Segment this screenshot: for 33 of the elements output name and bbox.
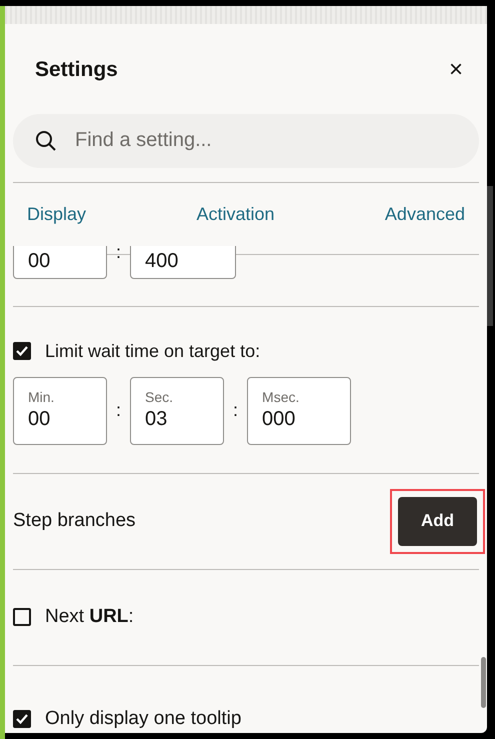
tab[interactable]: Advanced <box>384 200 465 228</box>
input-field[interactable]: 00 <box>13 246 107 278</box>
field-value: 03 <box>145 406 168 432</box>
panel-title: Settings <box>35 56 118 83</box>
checkbox-label: Limit wait time on target to: <box>45 340 260 363</box>
field-value: 000 <box>262 406 296 432</box>
tab[interactable]: Activation <box>196 200 274 228</box>
separator: : <box>116 246 122 264</box>
checkbox[interactable] <box>13 342 31 360</box>
input-field[interactable]: Sec. 03 <box>130 376 224 444</box>
close-button[interactable]: × <box>448 58 463 82</box>
field-label: Msec. <box>262 389 300 407</box>
checkbox[interactable] <box>13 608 31 626</box>
input-field[interactable]: Msec. 000 <box>247 376 352 444</box>
add-button[interactable]: Add <box>398 496 477 546</box>
scrollbar-thumb[interactable] <box>487 186 493 326</box>
checkbox-label: Only display one tooltip <box>45 706 242 730</box>
search-field[interactable]: Find a setting... <box>13 114 479 168</box>
tab[interactable]: Display <box>27 200 86 228</box>
input-field[interactable]: Min. 00 <box>13 376 107 444</box>
field-label: Min. <box>28 389 56 407</box>
step-branches-label: Step branches <box>13 508 136 533</box>
field-value: 400 <box>145 249 180 274</box>
field-value: 00 <box>28 406 52 432</box>
input-field[interactable]: 400 <box>130 246 236 278</box>
search-icon <box>35 130 57 152</box>
field-value: 00 <box>28 249 52 274</box>
checkbox[interactable] <box>13 710 31 728</box>
scrollbar-thumb[interactable] <box>481 657 486 708</box>
separator: : <box>116 399 122 422</box>
field-label: Sec. <box>145 389 174 407</box>
separator: : <box>233 399 238 422</box>
checkbox-label: Next URL: <box>45 604 134 629</box>
